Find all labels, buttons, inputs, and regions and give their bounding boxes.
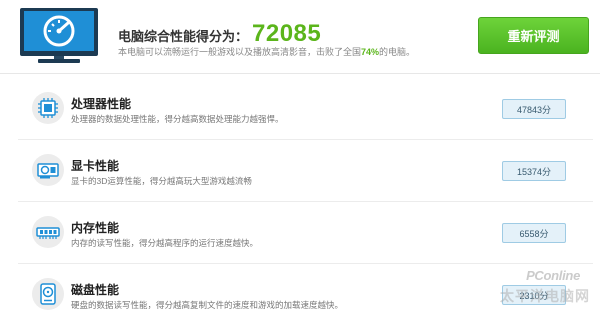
overall-score-title: 电脑综合性能得分为： 72085	[118, 20, 321, 47]
overall-score-value: 72085	[252, 20, 322, 47]
disk-icon	[32, 278, 64, 310]
score-desc-after: 的电脑。	[379, 47, 416, 57]
memory-icon	[32, 216, 64, 248]
graphics-description: 显卡的3D运算性能，得分越高玩大型游戏越流畅	[71, 176, 252, 186]
retest-button[interactable]: 重新评测	[478, 17, 589, 54]
speedometer-monitor-icon	[20, 8, 98, 63]
cpu-description: 处理器的数据处理性能，得分越高数据处理能力越强悍。	[71, 114, 284, 124]
disk-description: 硬盘的数据读写性能，得分越高复制文件的速度和游戏的加载速度越快。	[71, 300, 344, 310]
score-header: 电脑综合性能得分为： 72085 本电脑可以流畅运行一般游戏以及播放高清影音，击…	[0, 0, 600, 74]
cpu-score: 47843分	[502, 99, 566, 119]
cpu-title: 处理器性能	[71, 97, 132, 111]
disk-title: 磁盘性能	[71, 283, 120, 297]
graphics-card-icon	[32, 154, 64, 186]
score-desc-percent: 74%	[361, 47, 380, 57]
memory-score: 6558分	[502, 223, 566, 243]
score-desc-before: 本电脑可以流畅运行一般游戏以及播放高清影音，击败了全国	[118, 47, 362, 57]
memory-title: 内存性能	[71, 221, 120, 235]
graphics-score: 15374分	[502, 161, 566, 181]
disk-score: 2310分	[502, 285, 566, 305]
disk-performance-row: 磁盘性能 硬盘的数据读写性能，得分越高复制文件的速度和游戏的加载速度越快。 23…	[18, 264, 593, 320]
overall-score-label: 电脑综合性能得分为：	[118, 29, 249, 44]
graphics-title: 显卡性能	[71, 159, 120, 173]
cpu-performance-row: 处理器性能 处理器的数据处理性能，得分越高数据处理能力越强悍。 47843分	[18, 78, 593, 140]
graphics-performance-row: 显卡性能 显卡的3D运算性能，得分越高玩大型游戏越流畅 15374分	[18, 140, 593, 202]
memory-performance-row: 内存性能 内存的读写性能，得分越高程序的运行速度越快。 6558分	[18, 202, 593, 264]
cpu-icon	[32, 92, 64, 124]
memory-description: 内存的读写性能，得分越高程序的运行速度越快。	[71, 238, 259, 248]
overall-score-description: 本电脑可以流畅运行一般游戏以及播放高清影音，击败了全国74%的电脑。	[118, 45, 415, 58]
